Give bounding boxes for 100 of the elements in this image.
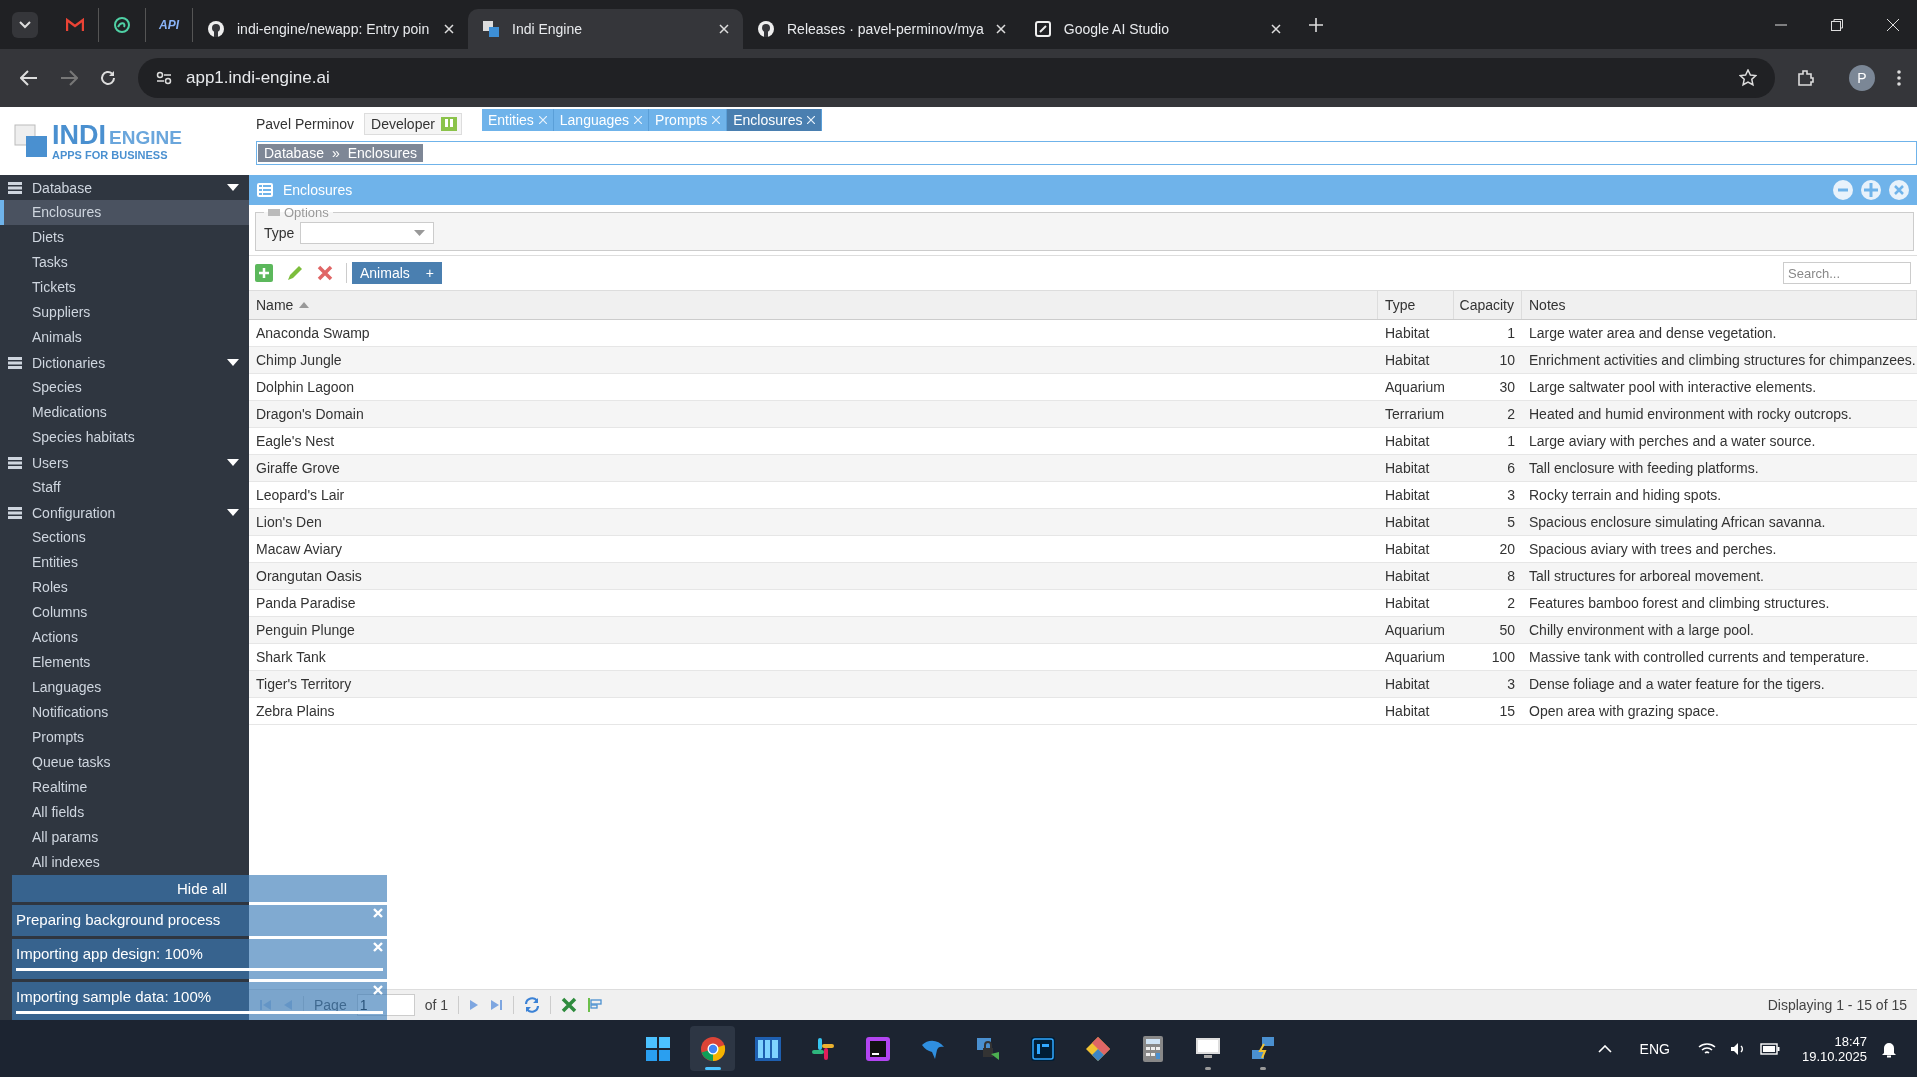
table-cell-text: Massive tank with controlled currents and temperature. [1528,648,1871,667]
sidebar-item[interactable]: Columns [0,600,249,625]
wifi-icon[interactable] [1697,1041,1716,1056]
restore-icon[interactable] [1831,18,1843,31]
sidebar-item[interactable]: All indexes [0,850,249,875]
table-cell-text: Dense foliage and a water feature for the tigers. [1528,675,1826,694]
sidebar-item[interactable]: Languages [0,675,249,700]
open-tab[interactable]: Enclosures [727,109,823,131]
sidebar-item[interactable]: Animals [0,325,249,350]
table-cell-text: Chilly environment with a large pool. [1528,621,1755,640]
sidebar-item[interactable]: Staff [0,475,249,500]
table-cell-text: Leopard's Lair [255,486,346,505]
tab-search-button[interactable] [12,11,38,38]
column-header[interactable]: Type [1378,291,1454,319]
menu-icon[interactable] [1897,70,1901,86]
first-page-icon[interactable] [259,998,273,1012]
list-icon [8,356,22,369]
speaker-icon[interactable] [1729,1041,1746,1056]
sidebar-item[interactable]: Tasks [0,250,249,275]
close-icon[interactable] [719,24,729,34]
sidebar-item[interactable]: Elements [0,650,249,675]
chevron-down-icon [19,20,31,29]
puzzle-icon[interactable] [1797,69,1815,87]
section-title: Database [32,179,93,196]
breadcrumb-item[interactable]: Database [264,145,324,161]
table-cell-text: Aquarium [1384,378,1446,397]
address-field[interactable]: app1.indi-engine.ai [138,58,1775,98]
language-indicator[interactable]: ENG [1639,1040,1670,1057]
sidebar-item[interactable]: Realtime [0,775,249,800]
animals-button[interactable]: Animals + [352,262,442,284]
sidebar-section[interactable]: Configuration [0,500,249,525]
browser-tab[interactable]: Google AI Studio [1019,9,1295,49]
forward-icon[interactable] [60,70,78,86]
lock-icon [974,1035,1001,1062]
star-icon[interactable] [1739,69,1757,87]
sidebar-item[interactable]: Sections [0,525,249,550]
sidebar-item[interactable]: Species habitats [0,425,249,450]
reload-icon[interactable] [100,70,116,86]
table-cell-text: Dragon's Domain [255,405,365,424]
hide-all-button[interactable]: Hide all [12,875,387,902]
table-cell-text: Habitat [1384,702,1431,721]
sidebar-item[interactable]: Prompts [0,725,249,750]
table-cell-text: Terrarium [1384,405,1446,424]
battery-icon[interactable] [1759,1042,1780,1055]
chevron-up-icon[interactable] [1597,1044,1612,1053]
sidebar-item[interactable]: Actions [0,625,249,650]
table-cell-text: Spacious enclosure simulating African savanna. [1528,513,1827,532]
table-cell-text: 2 [1506,594,1516,613]
back-icon[interactable] [20,70,38,86]
table-cell-text: 5 [1506,513,1516,532]
sidebar-item[interactable]: Queue tasks [0,750,249,775]
paging-summary: Displaying 1 - 15 of 15 [1767,997,1907,1013]
browser-tab[interactable]: Indi Engine [468,9,743,49]
ide-icon [865,1036,890,1061]
close-icon[interactable] [444,24,454,34]
table-cell-text: 15 [1498,702,1516,721]
sidebar-item[interactable]: Medications [0,400,249,425]
delete-icon[interactable] [317,265,333,281]
sidebar-item[interactable]: Species [0,375,249,400]
browser-tab[interactable]: Releases · pavel-perminov/mya [743,9,1020,49]
taskbar-app[interactable] [690,1026,735,1071]
close-icon[interactable] [1270,24,1281,34]
sidebar-item[interactable]: All params [0,825,249,850]
column-header[interactable]: Name [249,291,1378,319]
browser-tab[interactable]: indi-engine/newapp: Entry poin [193,9,468,49]
search-field[interactable]: Search... [1783,262,1911,284]
table-cell-text: Shark Tank [255,648,327,667]
table-cell-text: Large water area and dense vegetation. [1528,324,1778,343]
list-icon [8,456,22,469]
sidebar-section[interactable]: Users [0,450,249,475]
sidebar-item[interactable]: Notifications [0,700,249,725]
sidebar-item[interactable]: Enclosures [0,200,249,225]
table-cell-text: Habitat [1384,351,1431,370]
column-header[interactable]: Notes [1522,291,1917,319]
new-tab-icon[interactable] [1308,17,1323,32]
sidebar-item[interactable]: Suppliers [0,300,249,325]
profile-avatar[interactable]: P [1849,65,1875,91]
table-cell-text: Features bamboo forest and climbing structures. [1528,594,1831,613]
pinned-tab[interactable]: API [146,7,193,42]
sidebar-item[interactable]: Entities [0,550,249,575]
role-button[interactable]: Developer [364,113,462,135]
excel-icon[interactable] [561,997,578,1013]
sidebar-section[interactable]: Database [0,175,249,200]
sidebar-section[interactable]: Dictionaries [0,350,249,375]
table-cell-text: 1 [1506,324,1516,343]
column-header[interactable]: Capacity [1454,291,1522,319]
sidebar-item[interactable]: Roles [0,575,249,600]
windows-icon [645,1036,670,1061]
table-cell-text: Habitat [1384,486,1431,505]
refresh-icon[interactable] [524,997,541,1013]
previous-page-icon[interactable] [283,998,293,1012]
breadcrumb-item[interactable]: Enclosures [347,145,417,161]
table-cell-text: Large aviary with perches and a water source. [1528,432,1817,451]
sidebar-item[interactable]: Tickets [0,275,249,300]
close-icon[interactable] [995,24,1006,34]
sidebar-item[interactable]: All fields [0,800,249,825]
columns-icon[interactable] [587,997,604,1013]
sidebar-item[interactable]: Diets [0,225,249,250]
close-icon[interactable] [1887,18,1899,31]
clock[interactable]: 18:47 19.10.2025 [1801,1033,1867,1064]
